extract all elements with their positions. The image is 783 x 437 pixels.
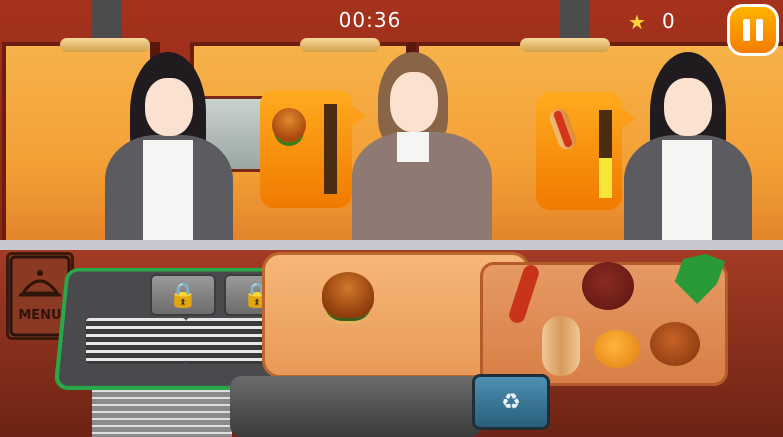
order-bubble-burger — [260, 90, 366, 208]
patty-ingredient[interactable] — [582, 262, 634, 310]
grill-slot-locked[interactable]: 🔒 — [150, 274, 216, 316]
patience-bar — [324, 104, 337, 194]
ceiling-lamp — [300, 38, 380, 52]
assembled-burger[interactable] — [322, 272, 374, 318]
ceiling-lamp — [520, 38, 610, 52]
ceiling-pillar — [560, 0, 590, 42]
lock-icon: 🔒 — [168, 281, 198, 309]
hotdog-icon — [547, 106, 579, 152]
serving-plate-area — [230, 376, 482, 437]
trash-button[interactable]: ♻ — [472, 374, 550, 430]
ceiling-pillar — [92, 0, 122, 42]
score-value: 0 — [662, 9, 675, 33]
grill-grate[interactable] — [86, 318, 186, 364]
order-bubble-hotdog — [536, 92, 636, 210]
star-icon: ★ — [628, 10, 646, 34]
hotdog-bun-ingredient[interactable] — [542, 316, 580, 376]
game-scene: MENU 🔒 🔒 ♻ 00:36 ★ 0 — [0, 0, 783, 437]
burger-icon — [272, 108, 306, 142]
top-bun-ingredient[interactable] — [650, 322, 700, 366]
pause-icon — [743, 19, 750, 41]
bottom-bun-ingredient[interactable] — [594, 330, 640, 368]
patience-fill — [599, 158, 612, 198]
patience-bar — [599, 110, 612, 198]
grill-drawer — [92, 390, 232, 437]
pause-button[interactable] — [727, 4, 779, 56]
menu-label: MENU — [18, 308, 61, 323]
recycle-icon: ♻ — [501, 389, 521, 415]
ceiling-lamp — [60, 38, 150, 52]
counter-edge — [0, 240, 783, 250]
level-timer: 00:36 — [338, 8, 402, 32]
